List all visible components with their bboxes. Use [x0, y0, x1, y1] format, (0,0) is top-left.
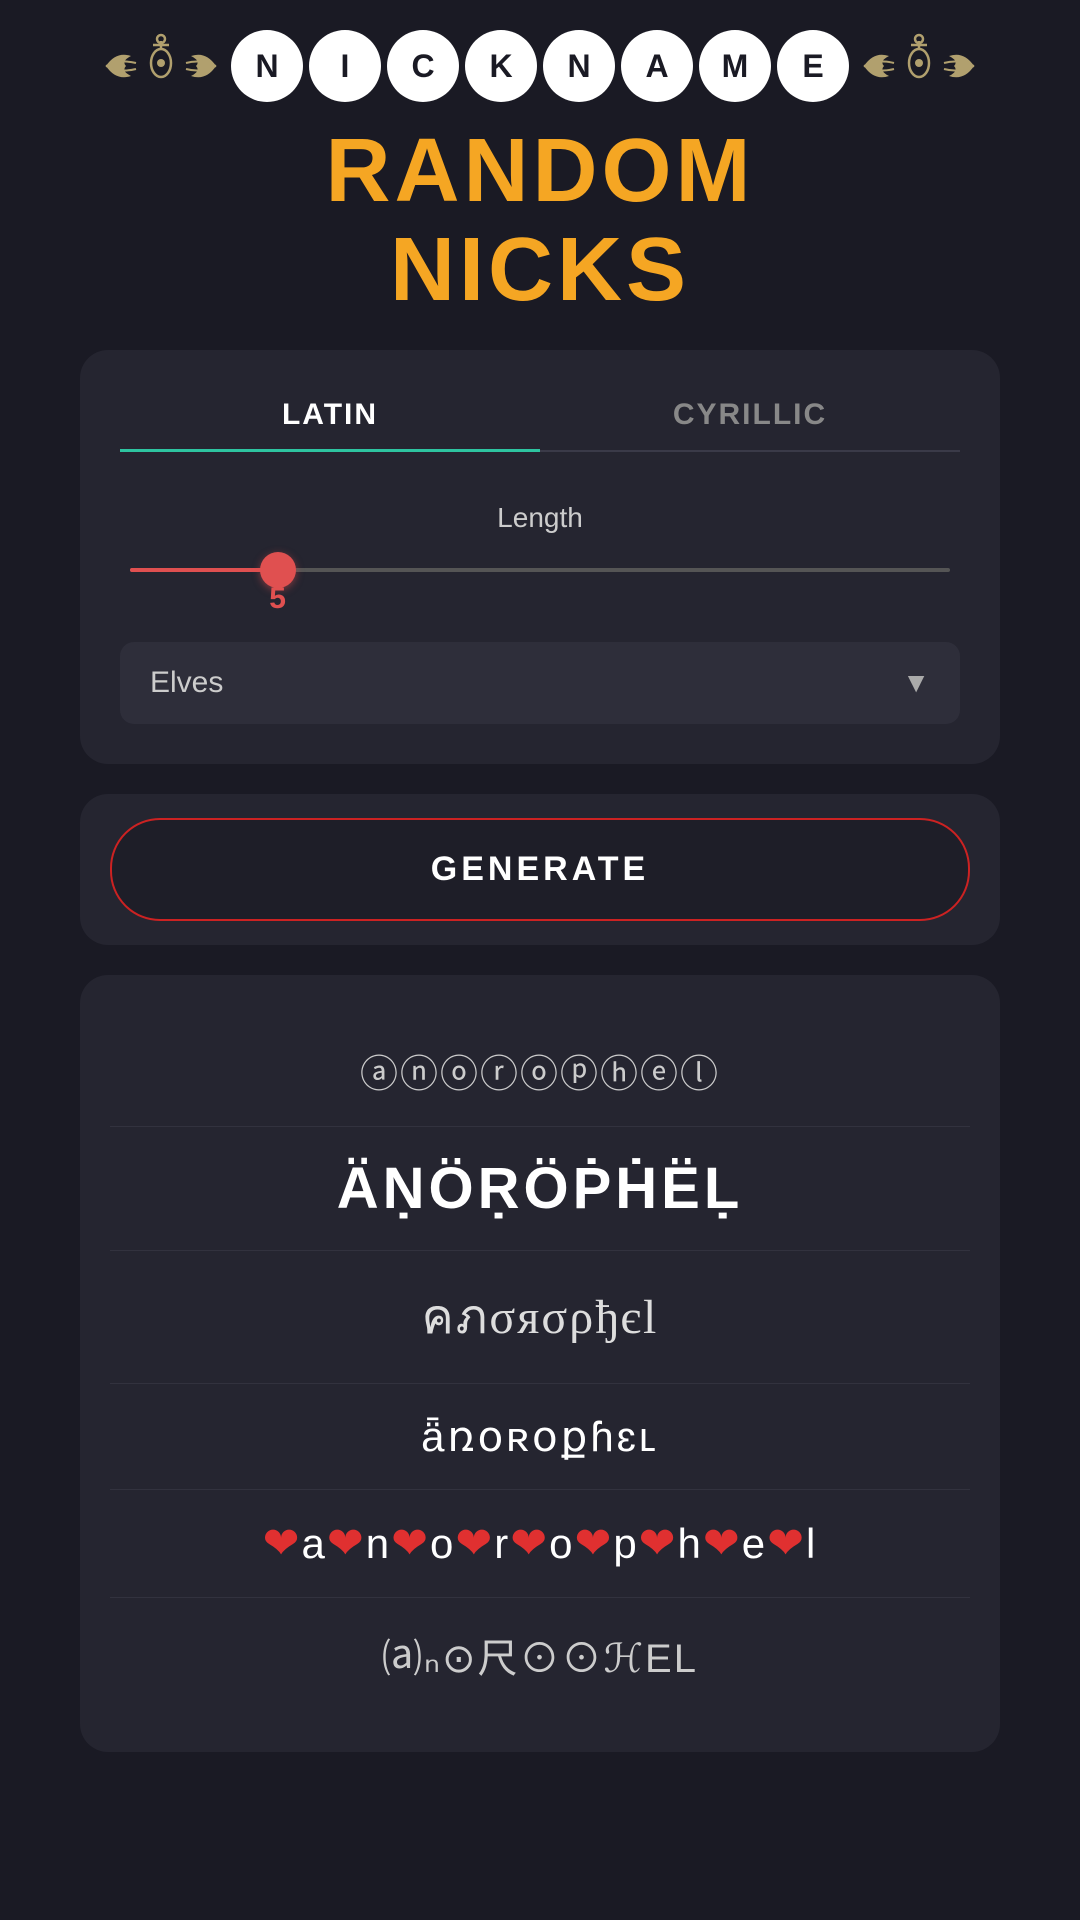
length-section: Length 5	[120, 482, 960, 622]
slider-fill	[130, 568, 278, 572]
tab-bar: LATIN CYRILLIC	[120, 380, 960, 452]
result-row-3[interactable]: คภσяσρђєl	[110, 1251, 970, 1384]
length-label: Length	[130, 502, 950, 534]
result-row-1[interactable]: ⓐⓝⓞⓡⓞⓟⓗⓔⓛ	[110, 1015, 970, 1127]
letter-e: E	[777, 30, 849, 102]
title-block: RANDOM NICKS	[326, 112, 755, 350]
chevron-down-icon: ▼	[902, 667, 930, 699]
title-line2: NICKS	[326, 221, 755, 320]
tab-cyrillic[interactable]: CYRILLIC	[540, 380, 960, 450]
slider-track[interactable]	[130, 568, 950, 572]
letter-k: K	[465, 30, 537, 102]
letter-n: N	[231, 30, 303, 102]
heart-icon-3: ❤	[391, 1519, 430, 1568]
letter-i: I	[309, 30, 381, 102]
slider-container: 5	[130, 558, 950, 612]
result-style-deco: ǟռօʀօքɦɛʟ	[120, 1412, 960, 1461]
nickname-letters: N I C K N A M E	[231, 30, 849, 102]
heart-icon-4: ❤	[455, 1519, 494, 1568]
heart-icon-7: ❤	[639, 1519, 678, 1568]
heart-icon-6: ❤	[574, 1519, 613, 1568]
letter-c: C	[387, 30, 459, 102]
heart-icon-9: ❤	[767, 1519, 806, 1568]
result-row-5[interactable]: ❤a❤n❤o❤r❤o❤p❤h❤e❤l	[110, 1490, 970, 1598]
result-style-dotted: ÄṆÖṚÖṖḢËḶ	[120, 1155, 960, 1222]
generate-button[interactable]: GENERATE	[110, 818, 970, 921]
result-row-2[interactable]: ÄṆÖṚÖṖḢËḶ	[110, 1127, 970, 1251]
heart-icon-5: ❤	[510, 1519, 549, 1568]
left-ornament	[101, 31, 221, 101]
heart-icon-8: ❤	[703, 1519, 742, 1568]
header: N I C K N A M E	[0, 0, 1080, 112]
race-dropdown[interactable]: Elves ▼	[120, 642, 960, 724]
result-style-circled: ⓐⓝⓞⓡⓞⓟⓗⓔⓛ	[120, 1043, 960, 1098]
result-style-symbols: ⒜ₙ⊙尺⊙⊙ℋEL	[120, 1626, 960, 1684]
letter-m: M	[699, 30, 771, 102]
settings-card: LATIN CYRILLIC Length 5 Elves ▼	[80, 350, 1000, 764]
heart-icon-2: ❤	[327, 1519, 366, 1568]
generate-card: GENERATE	[80, 794, 1000, 945]
right-ornament	[859, 31, 979, 101]
letter-a: A	[621, 30, 693, 102]
result-style-hearts: ❤a❤n❤o❤r❤o❤p❤h❤e❤l	[120, 1518, 960, 1569]
slider-value: 5	[269, 582, 286, 616]
title-line1: RANDOM	[326, 122, 755, 221]
results-card: ⓐⓝⓞⓡⓞⓟⓗⓔⓛ ÄṆÖṚÖṖḢËḶ คภσяσρђєl ǟռօʀօքɦɛʟ …	[80, 975, 1000, 1752]
result-row-6[interactable]: ⒜ₙ⊙尺⊙⊙ℋEL	[110, 1598, 970, 1712]
heart-icon-1: ❤	[263, 1519, 302, 1568]
letter-n2: N	[543, 30, 615, 102]
dropdown-value: Elves	[150, 666, 223, 700]
result-row-4[interactable]: ǟռօʀօքɦɛʟ	[110, 1384, 970, 1490]
result-style-serif: คภσяσρђєl	[120, 1279, 960, 1355]
tab-latin[interactable]: LATIN	[120, 380, 540, 450]
